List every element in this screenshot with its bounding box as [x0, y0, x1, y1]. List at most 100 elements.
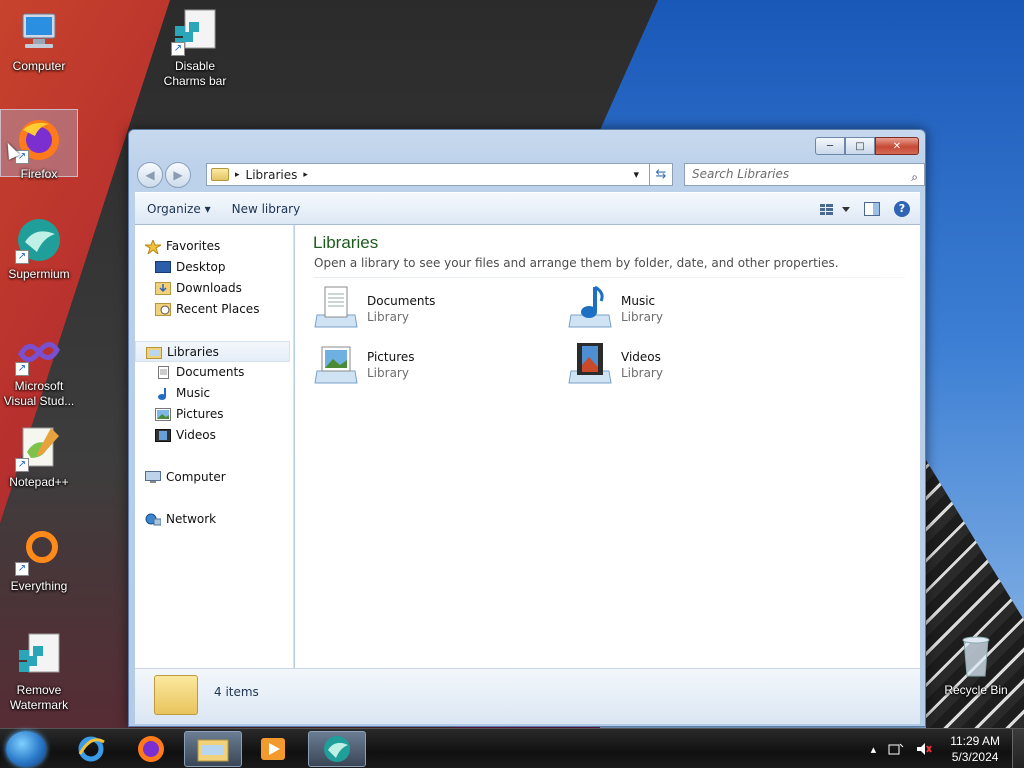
taskbar-firefox[interactable]	[122, 731, 180, 767]
visual-studio-icon: ↗	[15, 328, 63, 376]
nav-pictures[interactable]: Pictures	[135, 404, 293, 425]
music-library-icon	[567, 285, 613, 331]
library-name: Pictures	[367, 350, 415, 364]
nav-favorites[interactable]: Favorites	[135, 236, 293, 257]
desktop-icon-label-line2: Visual Stud...	[3, 394, 75, 408]
new-library-button[interactable]: New library	[220, 197, 310, 221]
caption-buttons: ─ □ ✕	[815, 137, 919, 155]
supermium-icon	[322, 734, 352, 764]
library-pictures[interactable]: Pictures Library	[313, 341, 553, 393]
nav-network[interactable]: Network	[135, 509, 293, 530]
organize-button[interactable]: Organize ▾	[135, 197, 220, 221]
videos-icon	[155, 429, 171, 442]
show-hidden-icons-button[interactable]: ▴	[871, 743, 877, 756]
maximize-button[interactable]: □	[845, 137, 875, 155]
back-button[interactable]: ◀	[137, 162, 163, 188]
shortcut-arrow-icon: ↗	[171, 42, 185, 56]
refresh-button[interactable]: ⇆	[649, 163, 673, 186]
documents-icon	[155, 366, 171, 379]
page-subtitle: Open a library to see your files and arr…	[314, 256, 839, 270]
media-player-icon	[258, 734, 288, 764]
library-type: Library	[367, 366, 409, 380]
desktop-icon-disable-charms-bar[interactable]: ↗ Disable Charms bar	[156, 2, 234, 89]
library-name: Music	[621, 294, 656, 308]
nav-label: Music	[176, 386, 211, 400]
taskbar-internet-explorer[interactable]	[62, 731, 120, 767]
address-dropdown-icon[interactable]: ▾	[633, 168, 639, 181]
nav-computer[interactable]: Computer	[135, 467, 293, 488]
nav-label: Favorites	[166, 239, 221, 253]
close-button[interactable]: ✕	[875, 137, 919, 155]
videos-library-icon	[567, 341, 613, 387]
views-icon[interactable]	[820, 202, 850, 216]
network-icon	[145, 513, 161, 526]
preview-pane-icon[interactable]	[864, 201, 880, 216]
nav-label: Desktop	[176, 260, 226, 274]
breadcrumb-separator[interactable]: ▸	[303, 170, 308, 180]
search-input[interactable]: Search Libraries ⌕	[684, 163, 925, 186]
clock-time: 11:29 AM	[950, 734, 1000, 748]
folder-icon	[197, 736, 229, 762]
star-icon	[145, 240, 161, 254]
pictures-library-icon	[313, 341, 359, 387]
desktop-icon-label: Supermium	[8, 267, 70, 281]
nav-desktop[interactable]: Desktop	[135, 257, 293, 278]
breadcrumb-libraries[interactable]: Libraries	[246, 168, 298, 182]
desktop-icon-visual-studio[interactable]: ↗ Microsoft Visual Stud...	[0, 322, 78, 409]
desktop-icon-supermium[interactable]: ↗ Supermium	[0, 210, 78, 282]
explorer-window[interactable]: ─ □ ✕ ◀ ▶ ▸ Libraries ▸ ▾ ⇆ Search Libra…	[128, 129, 926, 727]
desktop-icon-label: Firefox	[20, 167, 58, 181]
desktop-icon-label: Remove	[16, 683, 62, 697]
minimize-button[interactable]: ─	[815, 137, 845, 155]
breadcrumb-separator[interactable]: ▸	[235, 170, 240, 180]
desktop-icon-recycle-bin[interactable]: Recycle Bin	[936, 626, 1016, 698]
library-videos[interactable]: Videos Library	[567, 341, 807, 393]
shortcut-arrow-icon: ↗	[15, 362, 29, 376]
taskbar-windows-explorer[interactable]	[184, 731, 242, 767]
nav-videos[interactable]: Videos	[135, 425, 293, 446]
library-type: Library	[621, 366, 663, 380]
music-icon	[155, 387, 171, 400]
volume-muted-icon[interactable]	[916, 742, 933, 756]
desktop-icon-computer[interactable]: Computer	[0, 2, 78, 74]
taskbar-media-player[interactable]	[244, 731, 302, 767]
search-icon[interactable]: ⌕	[911, 167, 918, 188]
desktop-icon-label: Disable	[174, 59, 216, 73]
clock[interactable]: 11:29 AM 5/3/2024	[938, 733, 1012, 765]
item-count: 4 items	[214, 685, 259, 699]
show-desktop-button[interactable]	[1012, 729, 1024, 768]
firefox-icon	[136, 734, 166, 764]
nav-label: Recent Places	[176, 302, 260, 316]
action-center-icon[interactable]	[888, 742, 904, 756]
taskbar-supermium[interactable]	[308, 731, 366, 767]
help-icon[interactable]: ?	[894, 200, 910, 217]
search-placeholder: Search Libraries	[692, 167, 790, 181]
supermium-icon: ↗	[15, 216, 63, 264]
desktop-icon-everything[interactable]: ↗ Everything	[0, 522, 78, 594]
nav-downloads[interactable]: Downloads	[135, 278, 293, 299]
registry-script-icon: ↗	[171, 8, 219, 56]
address-bar[interactable]: ▸ Libraries ▸ ▾	[206, 163, 670, 186]
desktop-icon-label: Notepad++	[9, 475, 69, 489]
system-tray: ▴ 11:29 AM 5/3/2024	[865, 729, 1024, 768]
nav-libraries[interactable]: Libraries	[135, 341, 290, 362]
nav-label: Videos	[176, 428, 216, 442]
desktop-icon-notepad-plus-plus[interactable]: ↗ Notepad++	[0, 418, 78, 490]
library-name: Videos	[621, 350, 661, 364]
downloads-folder-icon	[155, 282, 171, 295]
desktop-icon-remove-watermark[interactable]: Remove Watermark	[0, 626, 78, 713]
desktop-icon-label-line2: Watermark	[9, 698, 69, 712]
nav-music[interactable]: Music	[135, 383, 293, 404]
library-music[interactable]: Music Library	[567, 285, 807, 337]
desktop-icon-label: Microsoft	[14, 379, 64, 393]
nav-label: Downloads	[176, 281, 242, 295]
forward-button[interactable]: ▶	[165, 162, 191, 188]
firefox-icon: ↗	[15, 116, 63, 164]
nav-recent-places[interactable]: Recent Places	[135, 299, 293, 320]
nav-documents[interactable]: Documents	[135, 362, 293, 383]
library-documents[interactable]: Documents Library	[313, 285, 553, 337]
nav-label: Network	[166, 512, 217, 526]
start-button[interactable]	[6, 731, 46, 767]
library-name: Documents	[367, 294, 436, 308]
shortcut-arrow-icon: ↗	[15, 562, 29, 576]
